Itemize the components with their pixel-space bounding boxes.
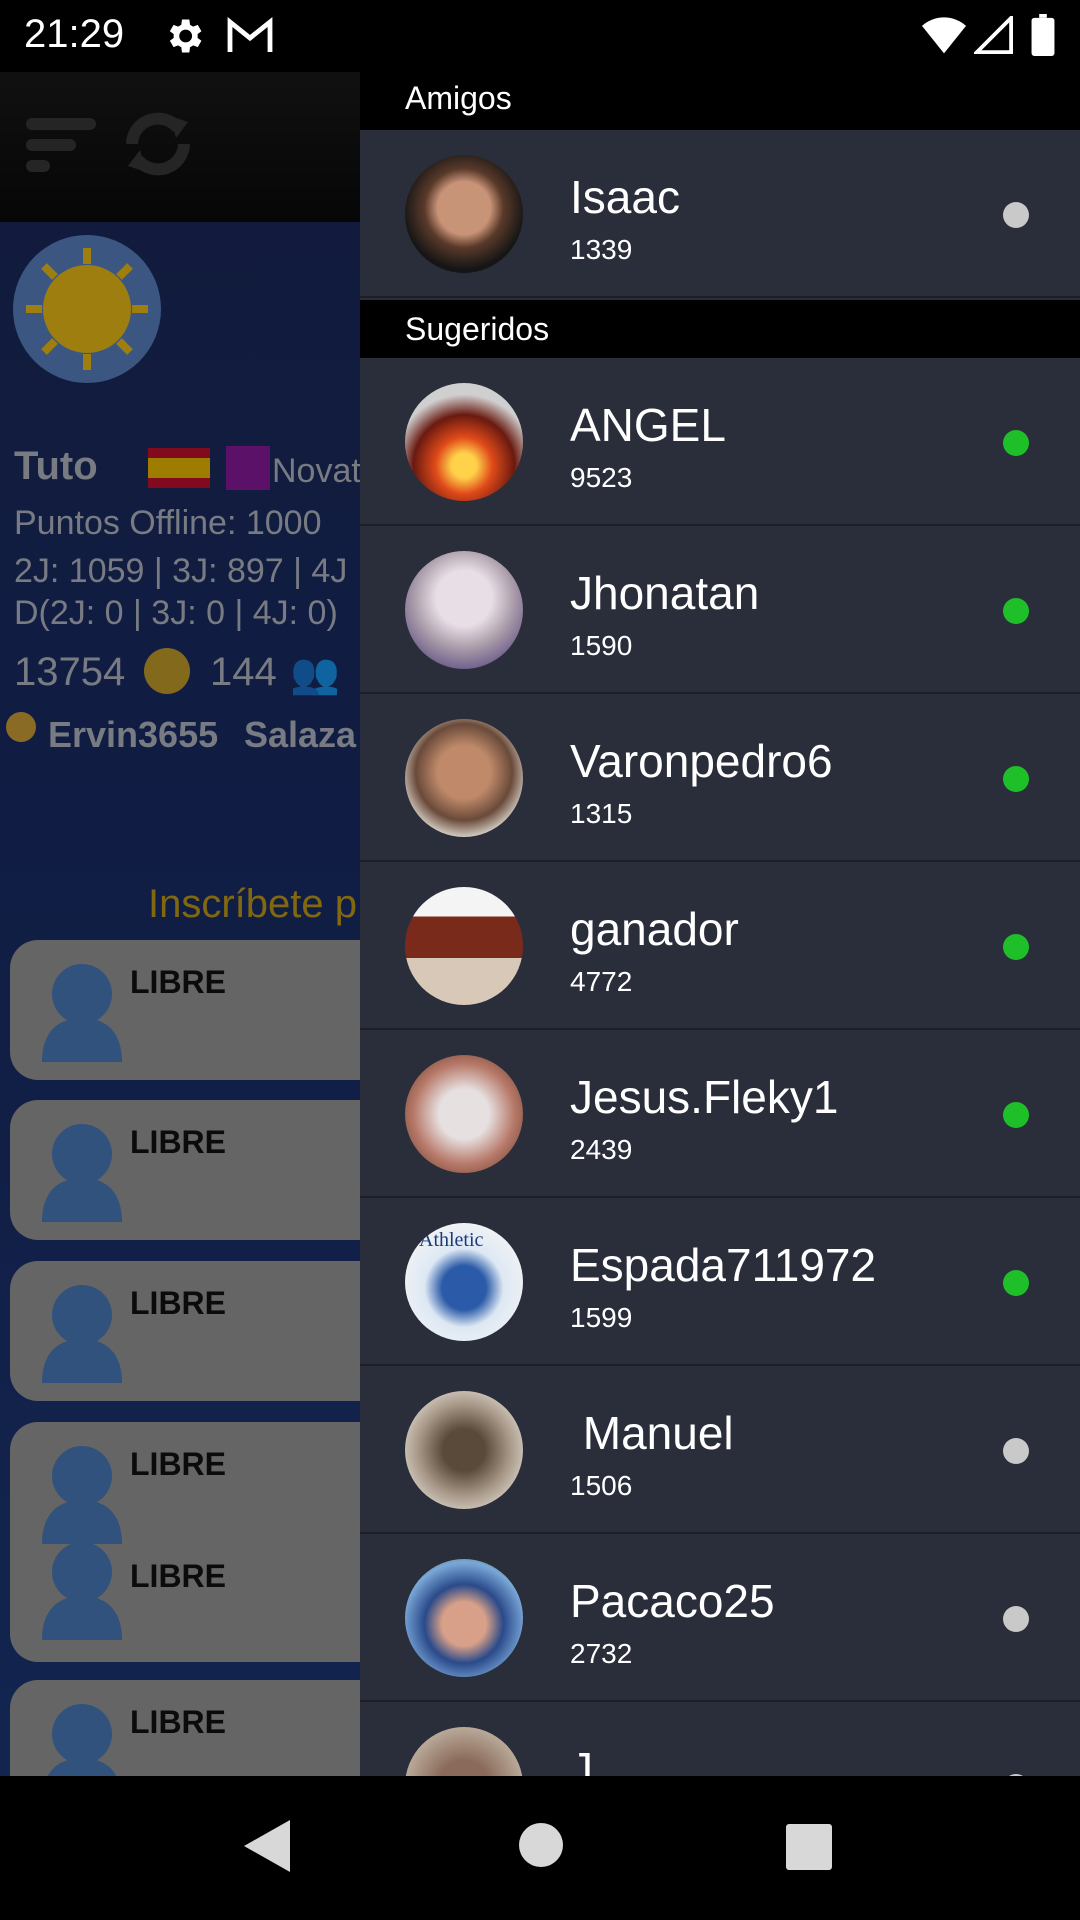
user-name: J xyxy=(570,1743,593,1776)
user-score: 1339 xyxy=(570,234,633,265)
suggested-row[interactable]: Athletic Espada711972 1599 xyxy=(360,1200,1080,1366)
user-name: Espada711972 xyxy=(570,1239,877,1291)
avatar xyxy=(405,155,523,273)
avatar xyxy=(405,383,523,501)
user-score: 9523 xyxy=(570,462,633,493)
suggested-row[interactable]: ANGEL 9523 xyxy=(360,360,1080,526)
signal-icon xyxy=(974,16,1013,54)
avatar xyxy=(405,551,523,669)
user-name: Jesus.Fleky1 xyxy=(570,1071,839,1123)
wifi-icon xyxy=(922,17,966,54)
suggested-row[interactable]: Jhonatan 1590 xyxy=(360,528,1080,694)
user-name: Varonpedro6 xyxy=(570,735,833,787)
user-score: 1506 xyxy=(570,1470,633,1501)
status-bar: 21:29 xyxy=(0,0,1080,72)
user-score: 4772 xyxy=(570,966,633,997)
user-name: Pacaco25 xyxy=(570,1575,775,1627)
user-score: 1590 xyxy=(570,630,633,661)
friends-drawer: Amigos Isaac 1339 Sugeridos ANGEL 9523 J… xyxy=(360,72,1080,1776)
user-score: 2439 xyxy=(570,1134,633,1165)
status-dot xyxy=(1003,598,1029,624)
status-dot xyxy=(1003,934,1029,960)
avatar xyxy=(405,887,523,1005)
recents-icon[interactable] xyxy=(786,1824,832,1870)
gmail-icon xyxy=(227,17,273,52)
suggested-row[interactable]: Jesus.Fleky1 2439 xyxy=(360,1032,1080,1198)
user-name: ANGEL xyxy=(570,399,726,451)
system-nav-bar xyxy=(0,1776,1080,1920)
status-dot xyxy=(1003,1102,1029,1128)
user-name: ganador xyxy=(570,903,739,955)
avatar xyxy=(405,1727,523,1776)
suggested-header: Sugeridos xyxy=(360,300,1080,358)
avatar xyxy=(405,1559,523,1677)
status-dot xyxy=(1003,430,1029,456)
battery-icon xyxy=(1031,14,1055,56)
user-name: Manuel xyxy=(570,1407,734,1459)
status-dot xyxy=(1003,1438,1029,1464)
avatar-badge-text: Athletic xyxy=(419,1229,484,1251)
status-dot xyxy=(1003,766,1029,792)
avatar xyxy=(405,1391,523,1509)
back-icon[interactable] xyxy=(244,1820,290,1872)
friends-header: Amigos xyxy=(360,72,1080,130)
suggested-row[interactable]: Pacaco25 2732 xyxy=(360,1536,1080,1702)
status-dot xyxy=(1003,202,1029,228)
suggested-row[interactable]: J xyxy=(360,1704,1080,1776)
home-icon[interactable] xyxy=(518,1822,564,1868)
status-dot xyxy=(1003,1270,1029,1296)
user-score: 1599 xyxy=(570,1302,633,1333)
gear-icon xyxy=(169,19,202,53)
user-name: Jhonatan xyxy=(570,567,760,619)
user-score: 2732 xyxy=(570,1638,633,1669)
status-dot xyxy=(1003,1606,1029,1632)
suggested-row[interactable]: ganador 4772 xyxy=(360,864,1080,1030)
avatar xyxy=(405,1055,523,1173)
status-time: 21:29 xyxy=(24,12,125,56)
user-score: 1315 xyxy=(570,798,633,829)
suggested-row[interactable]: Varonpedro6 1315 xyxy=(360,696,1080,862)
friend-row[interactable]: Isaac 1339 xyxy=(360,132,1080,298)
avatar: Athletic xyxy=(405,1223,523,1341)
user-name: Isaac xyxy=(570,171,680,223)
avatar xyxy=(405,719,523,837)
suggested-row[interactable]: Manuel 1506 xyxy=(360,1368,1080,1534)
